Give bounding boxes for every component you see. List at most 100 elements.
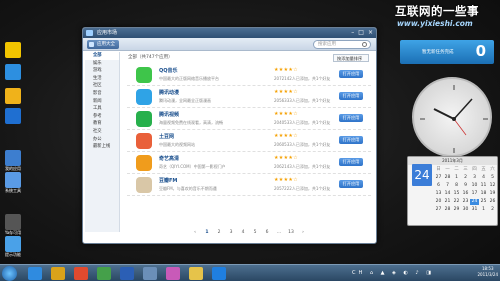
word-icon[interactable] <box>120 267 134 280</box>
notes-icon[interactable] <box>189 267 203 280</box>
sort-dropdown[interactable]: 按添加量排序 <box>333 54 369 62</box>
page-link[interactable]: › <box>300 228 307 238</box>
calendar-day[interactable]: 7 <box>443 183 452 189</box>
app-name[interactable]: 腾讯动漫 <box>159 89 179 96</box>
calendar-day[interactable]: 28 <box>443 175 452 181</box>
sidebar-item[interactable]: 生活 <box>85 75 119 83</box>
sidebar-item[interactable]: 教育 <box>85 120 119 128</box>
app-icon[interactable] <box>136 111 152 127</box>
page-link[interactable]: 2 <box>216 228 223 238</box>
search-icon[interactable] <box>362 42 367 47</box>
calendar-day[interactable]: 26 <box>488 199 497 205</box>
app-icon[interactable] <box>136 133 152 149</box>
calendar-day[interactable]: 5 <box>488 175 497 181</box>
page-link[interactable]: ... <box>276 228 283 238</box>
desktop-icon[interactable]: 我的应用 <box>2 150 24 172</box>
calendar-day[interactable]: 1 <box>452 175 461 181</box>
open-app-button[interactable]: 打开应用 <box>339 158 363 166</box>
calendar-day[interactable]: 24 <box>470 199 479 205</box>
maximize-icon[interactable]: □ <box>358 28 364 38</box>
task-gadget[interactable]: 暂无新任务完成 0 <box>400 40 494 64</box>
open-app-button[interactable]: 打开应用 <box>339 114 363 122</box>
paint-icon[interactable] <box>166 267 180 280</box>
desktop-icon[interactable]: 提示功能 <box>2 236 24 258</box>
desktop-icon[interactable] <box>2 108 24 124</box>
calendar-day[interactable]: 11 <box>479 183 488 189</box>
calendar-day[interactable]: 29 <box>452 207 461 213</box>
desktop-icon[interactable] <box>2 88 24 104</box>
calendar-day[interactable]: 27 <box>434 207 443 213</box>
app-name[interactable]: 豆瓣FM <box>159 177 177 184</box>
calendar-day[interactable]: 4 <box>479 175 488 181</box>
open-app-button[interactable]: 打开应用 <box>339 70 363 78</box>
sidebar-item[interactable]: 最新上线 <box>85 143 119 151</box>
calendar-day[interactable]: 22 <box>452 199 461 205</box>
page-link[interactable]: 4 <box>240 228 247 238</box>
calendar-day[interactable]: 31 <box>470 207 479 213</box>
calendar-day[interactable]: 20 <box>434 199 443 205</box>
minimize-icon[interactable]: – <box>351 28 354 38</box>
calendar-day[interactable]: 30 <box>461 207 470 213</box>
calendar-day[interactable]: 1 <box>479 207 488 213</box>
calendar-day[interactable]: 12 <box>488 183 497 189</box>
page-link[interactable]: ‹ <box>192 228 199 238</box>
calendar-day[interactable]: 17 <box>470 191 479 197</box>
open-app-button[interactable]: 打开应用 <box>339 92 363 100</box>
app-name[interactable]: QQ音乐 <box>159 67 178 74</box>
calendar-day[interactable]: 14 <box>443 191 452 197</box>
close-icon[interactable]: × <box>368 28 373 38</box>
sidebar-item[interactable]: 办公 <box>85 136 119 144</box>
all-apps-button[interactable]: 应用大全 <box>87 40 119 49</box>
desktop-icon[interactable]: 系统工具 <box>2 172 24 194</box>
page-link[interactable]: 1 <box>204 228 211 238</box>
app-icon[interactable] <box>136 155 152 171</box>
calendar-day[interactable]: 28 <box>443 207 452 213</box>
calendar-day[interactable]: 21 <box>443 199 452 205</box>
store-icon[interactable] <box>143 267 157 280</box>
system-tray[interactable]: CH ⌂ ▲ ◈ ◐ ♪ ◨ <box>352 270 434 276</box>
start-button[interactable] <box>2 266 17 281</box>
calendar-day[interactable]: 9 <box>461 183 470 189</box>
sidebar-item[interactable]: 工具 <box>85 105 119 113</box>
ie-icon[interactable] <box>28 267 42 280</box>
sidebar-item[interactable]: 娱乐 <box>85 60 119 68</box>
chrome-icon[interactable] <box>74 267 88 280</box>
calendar-day[interactable]: 13 <box>434 191 443 197</box>
sidebar-item[interactable]: 全部 <box>85 52 119 60</box>
sidebar-item[interactable]: 新闻 <box>85 98 119 106</box>
sidebar-item[interactable]: 影音 <box>85 90 119 98</box>
app-name[interactable]: 腾讯视频 <box>159 111 179 118</box>
desktop-icon[interactable]: Ya存可用 <box>2 214 24 236</box>
calendar-day[interactable]: 6 <box>434 183 443 189</box>
calendar-day[interactable]: 16 <box>461 191 470 197</box>
desktop-icon[interactable] <box>2 64 24 80</box>
grid-icon[interactable] <box>97 267 111 280</box>
page-link[interactable]: 13 <box>288 228 295 238</box>
calendar-day[interactable]: 25 <box>479 199 488 205</box>
tray-clock[interactable]: 18:53 2011/3/24 <box>477 266 498 278</box>
app-name[interactable]: 土豆网 <box>159 133 174 140</box>
qq-icon[interactable] <box>212 267 226 280</box>
app-name[interactable]: 奇艺高清 <box>159 155 179 162</box>
calendar-day[interactable]: 2 <box>488 207 497 213</box>
open-app-button[interactable]: 打开应用 <box>339 180 363 188</box>
app-icon[interactable] <box>136 89 152 105</box>
calendar-day[interactable]: 23 <box>461 199 470 205</box>
page-link[interactable]: 3 <box>228 228 235 238</box>
calendar-day[interactable]: 10 <box>470 183 479 189</box>
search-input[interactable]: 搜索应用 <box>313 40 371 49</box>
page-link[interactable]: 5 <box>252 228 259 238</box>
app-icon[interactable] <box>136 67 152 83</box>
calendar-day[interactable]: 2 <box>461 175 470 181</box>
sidebar-item[interactable]: 社区 <box>85 82 119 90</box>
window-titlebar[interactable]: 应用市场 – □ × <box>83 28 376 38</box>
calendar-day[interactable]: 19 <box>488 191 497 197</box>
calendar-day[interactable]: 27 <box>434 175 443 181</box>
app-icon[interactable] <box>136 177 152 193</box>
sidebar-item[interactable]: 游戏 <box>85 67 119 75</box>
sidebar-item[interactable]: 参考 <box>85 113 119 121</box>
folder-icon[interactable] <box>51 267 65 280</box>
page-link[interactable]: 6 <box>264 228 271 238</box>
desktop-icon[interactable] <box>2 42 24 58</box>
calendar-day[interactable]: 18 <box>479 191 488 197</box>
